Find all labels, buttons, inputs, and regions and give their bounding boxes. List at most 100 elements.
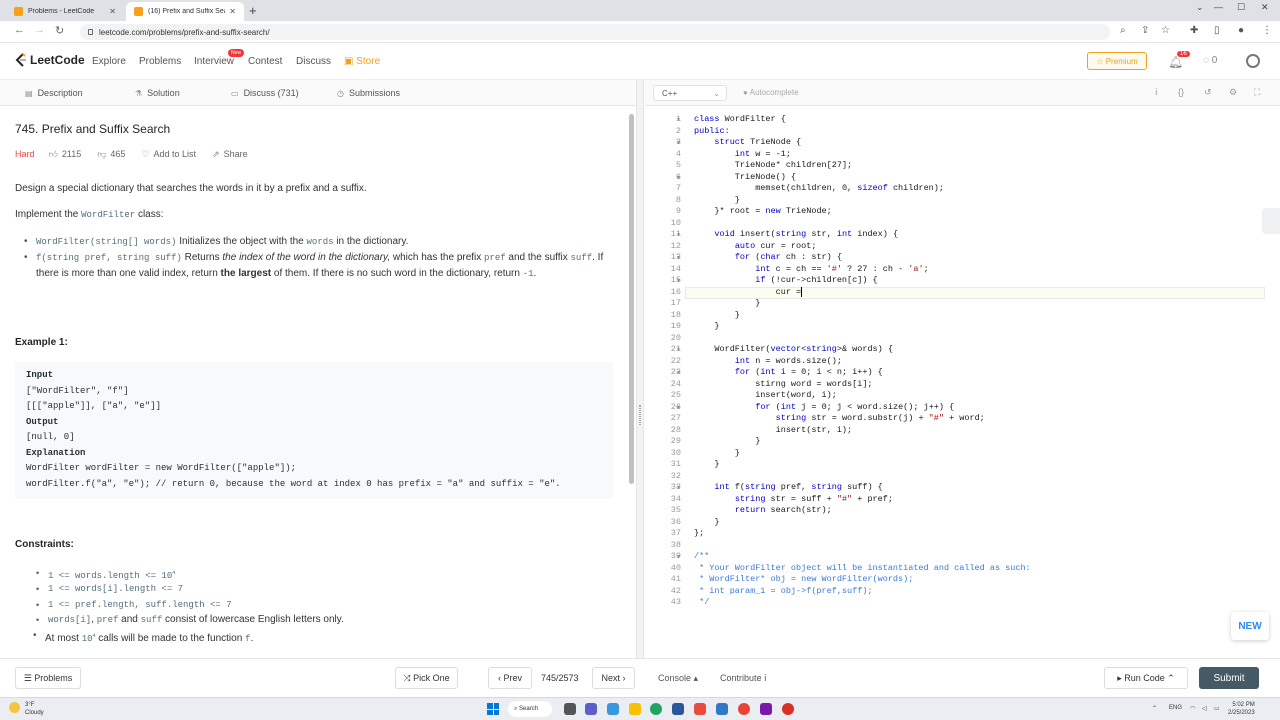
task-view-icon[interactable] — [564, 703, 576, 715]
problems-list-button[interactable]: ☰ Problems — [15, 667, 81, 689]
coins-display[interactable]: ◌ 0 — [1203, 55, 1217, 66]
reset-icon[interactable]: ↺ — [1204, 87, 1212, 98]
tab-solution[interactable]: ⚗ Solution — [135, 88, 180, 98]
dislike-button[interactable]: 👎︎ 465 — [97, 146, 125, 162]
nav-interview[interactable]: Interview — [194, 56, 234, 67]
code-area[interactable]: class WordFilter { public: struct TrieNo… — [694, 114, 1254, 609]
fold-arrow-icon[interactable]: ▼ — [676, 140, 681, 146]
example-line: ["WordFilter", "f"] — [26, 385, 129, 396]
fold-arrow-icon[interactable]: ▼ — [676, 370, 681, 376]
new-tab-button[interactable]: + — [249, 3, 257, 18]
tray-language[interactable]: ENG — [1169, 705, 1182, 711]
fold-arrow-icon[interactable]: ▼ — [676, 232, 681, 238]
chrome-icon[interactable] — [738, 703, 750, 715]
code-editor[interactable]: 1 ▼ 2 3 ▼ 4 5 6 ▼ 7 8 9 10 11 ▼ 12 13 ▼ 14 15 ▼ 16 17 18 19 20 21 ▼… — [645, 106, 1265, 656]
minimize-window-button[interactable]: — — [1214, 2, 1223, 12]
fold-arrow-icon[interactable]: ▼ — [676, 347, 681, 353]
tab-submissions[interactable]: ◷ Submissions — [337, 88, 400, 98]
back-arrow-icon[interactable]: ← — [14, 24, 25, 36]
premium-button[interactable]: ☆ Premium — [1087, 52, 1147, 70]
share-page-icon[interactable]: ⇪ — [1141, 25, 1149, 36]
language-select[interactable]: C++ ⌄ — [653, 85, 727, 101]
site-navbar: LeetCode Explore Problems Interview New … — [0, 43, 1280, 80]
browser-tab-problems[interactable]: Problems - LeetCode ✕ — [6, 2, 124, 21]
app-icon[interactable] — [694, 703, 706, 715]
store-app-icon[interactable] — [672, 703, 684, 715]
side-panel-icon[interactable]: ▯ — [1214, 25, 1220, 36]
console-toggle[interactable]: Console ▴ — [658, 673, 698, 684]
leetcode-logo[interactable]: LeetCode — [15, 53, 85, 67]
like-button[interactable]: 👍︎ 2115 — [49, 146, 82, 162]
fold-arrow-icon[interactable]: ▼ — [676, 117, 681, 123]
run-code-button[interactable]: ▸ Run Code ⌃ — [1104, 667, 1188, 689]
close-window-button[interactable]: ✕ — [1261, 2, 1269, 13]
url-input[interactable]: leetcode.com/problems/prefix-and-suffix-… — [80, 24, 1110, 40]
add-to-list-button[interactable]: ♡ Add to List — [141, 146, 196, 162]
nav-explore[interactable]: Explore — [92, 56, 126, 67]
side-panel-handle[interactable] — [1262, 208, 1280, 234]
avatar[interactable] — [1246, 54, 1260, 68]
forward-arrow-icon[interactable]: → — [34, 24, 45, 36]
bell-icon[interactable]: 🔔︎ — [1168, 55, 1183, 69]
line-number: 43 — [670, 597, 681, 607]
app-icon[interactable] — [607, 703, 619, 715]
close-tab-icon[interactable]: ✕ — [229, 7, 236, 16]
chevron-down-icon[interactable]: ⌄ — [1196, 2, 1204, 13]
profile-icon[interactable]: ● — [1238, 25, 1244, 36]
share-button[interactable]: ⇗ Share — [212, 146, 248, 162]
zoom-icon[interactable]: ⌕ — [1120, 25, 1126, 36]
nav-problems[interactable]: Problems — [139, 56, 181, 67]
description-scrollbar[interactable] — [629, 114, 634, 484]
clock-icon: ◷ — [337, 88, 344, 98]
fold-arrow-icon[interactable]: ▼ — [676, 405, 681, 411]
windows-start-icon[interactable] — [487, 703, 499, 715]
new-feature-button[interactable]: NEW — [1231, 612, 1269, 640]
emphasis-text: the index of the word in the dictionary, — [222, 252, 391, 263]
battery-icon[interactable]: ▭ — [1214, 705, 1220, 712]
wifi-icon[interactable]: ◠ — [1190, 705, 1195, 712]
tab-discuss[interactable]: ▭ Discuss (731) — [231, 88, 299, 98]
next-button[interactable]: Next › — [592, 667, 635, 689]
fold-arrow-icon[interactable]: ▼ — [676, 255, 681, 261]
teams-icon[interactable] — [585, 703, 597, 715]
nav-contest[interactable]: Contest — [248, 56, 282, 67]
fold-arrow-icon[interactable]: ▼ — [676, 554, 681, 560]
tab-label: Solution — [147, 88, 180, 98]
browser-tab-current[interactable]: (16) Prefix and Suffix Search - LeetCode… — [126, 2, 244, 21]
pane-resizer[interactable] — [636, 80, 644, 658]
onenote-icon[interactable] — [760, 703, 772, 715]
fold-arrow-icon[interactable]: ▼ — [676, 175, 681, 181]
contribute-link[interactable]: Contribute ⅰ — [720, 673, 767, 684]
fold-arrow-icon[interactable]: ▼ — [676, 278, 681, 284]
edge-icon[interactable] — [650, 703, 662, 715]
reload-icon[interactable]: ↻ — [55, 24, 64, 37]
system-clock[interactable]: 5:02 PM 2/25/2023 — [1228, 701, 1255, 717]
app-icon[interactable] — [782, 703, 794, 715]
problem-tabs: ▤ Description ⚗ Solution ▭ Discuss (731) ◷ S… — [0, 80, 636, 106]
pick-one-button[interactable]: ⤨ Pick One — [395, 667, 458, 689]
maximize-window-button[interactable]: ☐ — [1237, 2, 1245, 13]
bookmark-star-icon[interactable]: ☆ — [1161, 25, 1170, 36]
taskbar-search[interactable]: ⌕ Search — [508, 701, 552, 717]
logo-text: LeetCode — [30, 53, 85, 67]
close-tab-icon[interactable]: ✕ — [109, 7, 116, 16]
fullscreen-icon[interactable]: ⛶ — [1254, 87, 1260, 98]
prev-button[interactable]: ‹ Prev — [488, 667, 532, 689]
info-icon[interactable]: ⅰ — [1155, 87, 1158, 98]
weather-widget[interactable]: 3°F Cloudy — [9, 701, 44, 717]
tab-description[interactable]: ▤ Description — [25, 88, 83, 98]
thumbs-up-icon: 👍︎ — [48, 149, 58, 159]
autocomplete-toggle[interactable]: ● Autocomplete — [743, 88, 799, 97]
volume-icon[interactable]: ◁ — [1202, 705, 1207, 712]
file-explorer-icon[interactable] — [629, 703, 641, 715]
tray-chevron-icon[interactable]: ⌃ — [1152, 705, 1157, 712]
submit-button[interactable]: Submit — [1199, 667, 1259, 689]
nav-discuss[interactable]: Discuss — [296, 56, 331, 67]
browser-menu-icon[interactable]: ⋮ — [1262, 25, 1272, 36]
braces-icon[interactable]: {} — [1178, 87, 1184, 97]
nav-store[interactable]: ▣ Store — [344, 56, 380, 67]
settings-icon[interactable]: ⚙ — [1229, 87, 1237, 98]
vscode-icon[interactable] — [716, 703, 728, 715]
extensions-puzzle-icon[interactable]: ✚ — [1190, 25, 1198, 36]
fold-arrow-icon[interactable]: ▼ — [676, 485, 681, 491]
